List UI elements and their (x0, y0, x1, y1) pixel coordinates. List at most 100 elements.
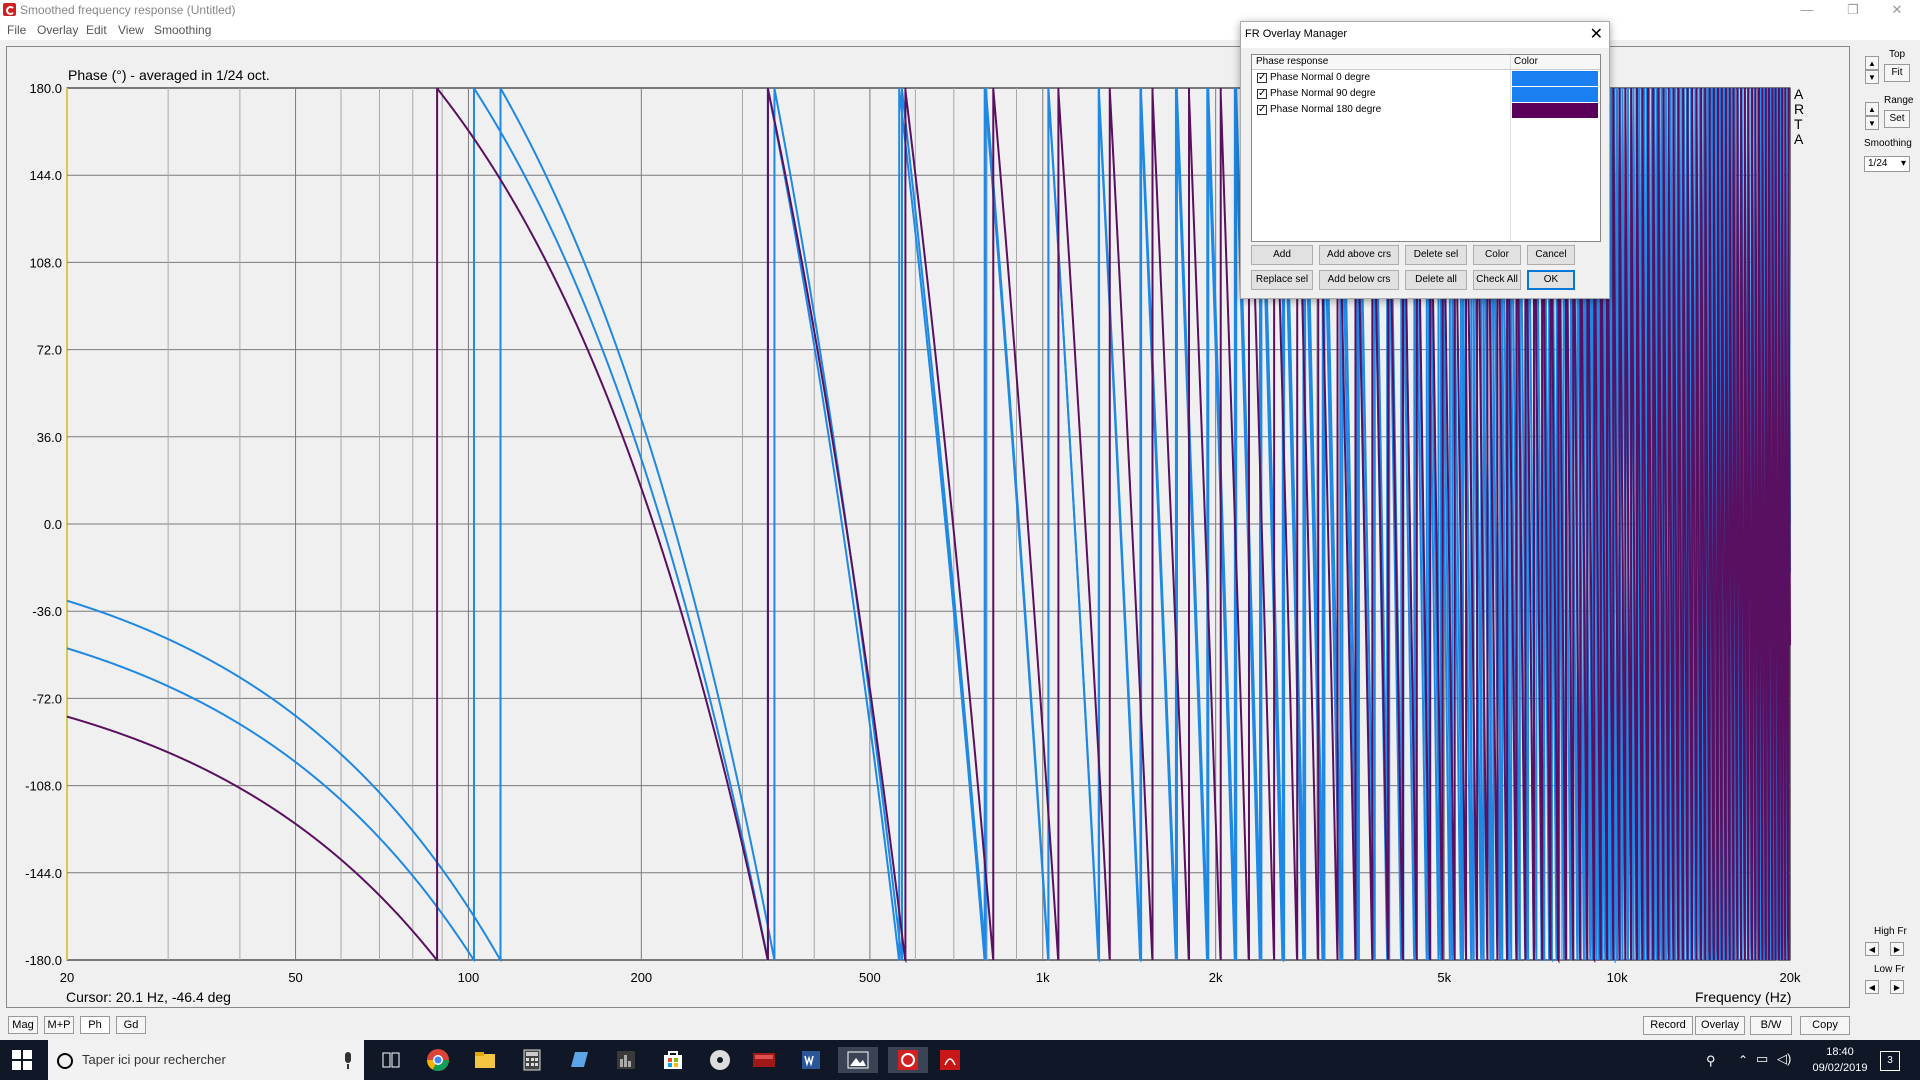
people-icon[interactable]: ⚲ (1706, 1053, 1716, 1069)
ok-button[interactable]: OK (1527, 270, 1575, 290)
clock-time: 18:40 (1826, 1046, 1854, 1058)
tab-mag[interactable]: Mag (8, 1016, 38, 1034)
y-tick-label: -36.0 (32, 604, 62, 619)
tab-ph[interactable]: Ph (80, 1016, 110, 1034)
bw-button[interactable]: B/W (1750, 1016, 1792, 1035)
notes-app-icon[interactable] (566, 1047, 592, 1073)
overlay-name: Phase Normal 0 degre (1270, 72, 1371, 83)
add-above-button[interactable]: Add above crs (1319, 245, 1399, 265)
smoothing-value: 1/24 (1868, 158, 1888, 169)
color-swatch[interactable] (1512, 71, 1598, 86)
task-view-icon[interactable] (378, 1047, 404, 1073)
tab-mp[interactable]: M+P (44, 1016, 74, 1034)
color-swatch[interactable] (1512, 103, 1598, 118)
color-swatch[interactable] (1512, 87, 1598, 102)
high-fr-left-button[interactable]: ◀ (1865, 942, 1879, 956)
overlay-list[interactable]: Phase response Color ✓ Phase Normal 0 de… (1251, 54, 1601, 242)
phase-plot[interactable]: 180.0 144.0 108.0 72.0 36.0 0.0 -36.0 -72.0 -108… (0, 0, 1920, 1040)
checkbox[interactable]: ✓ (1257, 105, 1267, 115)
store-icon[interactable] (660, 1047, 686, 1073)
overlay-manager-dialog: FR Overlay Manager ✕ Phase response Colo… (1240, 21, 1610, 299)
taskbar-search[interactable]: Taper ici pour rechercher (48, 1040, 364, 1080)
high-fr-right-button[interactable]: ▶ (1890, 942, 1904, 956)
notification-icon[interactable]: 3 (1880, 1051, 1900, 1071)
steps-app-icon[interactable] (751, 1047, 777, 1073)
x-tick-label: 100 (458, 970, 480, 985)
range-up-button[interactable]: ▲ (1865, 102, 1879, 116)
copy-button[interactable]: Copy (1800, 1016, 1850, 1035)
y-axis-ticks: 180.0 144.0 108.0 72.0 36.0 0.0 -36.0 -72.0 -108… (25, 81, 62, 968)
checkbox[interactable]: ✓ (1257, 89, 1267, 99)
delete-all-button[interactable]: Delete all (1405, 270, 1467, 290)
smoothing-select[interactable]: 1/24 ▾ (1864, 156, 1910, 172)
volume-icon[interactable]: ◁) (1777, 1051, 1791, 1067)
list-item[interactable]: ✓ Phase Normal 0 degre (1252, 71, 1600, 86)
chevron-up-icon[interactable]: ⌃ (1738, 1053, 1748, 1067)
delete-sel-button[interactable]: Delete sel (1405, 245, 1467, 265)
chevron-down-icon: ▾ (1900, 158, 1906, 169)
chart-app-icon[interactable] (613, 1047, 639, 1073)
network-icon[interactable]: ▭ (1756, 1051, 1768, 1067)
tab-gd[interactable]: Gd (116, 1016, 146, 1034)
list-item[interactable]: ✓ Phase Normal 90 degre (1252, 87, 1600, 102)
x-tick-label: 500 (859, 970, 881, 985)
windows-start-icon[interactable] (12, 1050, 32, 1070)
x-axis-ticks: 20 50 100 200 500 1k 2k 5k 10k 20k (60, 970, 1801, 985)
disc-icon[interactable] (707, 1047, 733, 1073)
chrome-icon[interactable] (425, 1047, 451, 1073)
overlay-button[interactable]: Overlay (1695, 1016, 1745, 1035)
range-down-button[interactable]: ▼ (1865, 116, 1879, 130)
search-placeholder: Taper ici pour rechercher (82, 1052, 226, 1067)
overlay-name: Phase Normal 90 degre (1270, 88, 1376, 99)
arta-letter: A (1794, 131, 1804, 147)
replace-sel-button[interactable]: Replace sel (1251, 270, 1313, 290)
range-label: Range (1884, 95, 1914, 106)
microphone-icon (345, 1052, 351, 1069)
y-tick-label: 108.0 (29, 255, 62, 270)
low-fr-left-button[interactable]: ◀ (1865, 980, 1879, 994)
x-axis-label: Frequency (Hz) (1695, 989, 1791, 1005)
notification-count: 3 (1887, 1055, 1893, 1066)
top-up-button[interactable]: ▲ (1865, 56, 1879, 70)
y-tick-label: -108.0 (25, 779, 62, 794)
check-all-button[interactable]: Check All (1473, 270, 1521, 290)
dialog-close-icon[interactable]: ✕ (1590, 24, 1603, 44)
checkbox[interactable]: ✓ (1257, 73, 1267, 83)
arta-taskbar-icon[interactable] (888, 1047, 928, 1073)
column-header-name: Phase response (1256, 56, 1329, 67)
plot-title: Phase (°) - averaged in 1/24 oct. (68, 67, 270, 83)
clock-date: 09/02/2019 (1812, 1062, 1868, 1074)
dialog-title-bar: FR Overlay Manager ✕ (1241, 22, 1609, 48)
x-tick-label: 20k (1780, 970, 1801, 985)
y-tick-label: 72.0 (37, 343, 62, 358)
y-tick-label: 180.0 (29, 81, 62, 96)
add-button[interactable]: Add (1251, 245, 1313, 265)
arta-logo: A R T A (1794, 86, 1804, 147)
top-down-button[interactable]: ▼ (1865, 70, 1879, 84)
list-header: Phase response Color (1252, 55, 1600, 70)
record-button[interactable]: Record (1643, 1016, 1693, 1035)
dialog-title: FR Overlay Manager (1245, 28, 1348, 40)
file-explorer-icon[interactable] (472, 1047, 498, 1073)
x-tick-label: 200 (630, 970, 652, 985)
color-button[interactable]: Color (1473, 245, 1521, 265)
calculator-icon[interactable] (519, 1047, 545, 1073)
arta-letter: R (1794, 101, 1804, 117)
add-below-button[interactable]: Add below crs (1319, 270, 1399, 290)
cancel-button[interactable]: Cancel (1527, 245, 1575, 265)
photos-icon[interactable] (838, 1047, 878, 1073)
column-header-color: Color (1514, 56, 1538, 67)
y-tick-label: -72.0 (32, 691, 62, 706)
top-label: Top (1889, 49, 1906, 60)
x-tick-label: 1k (1036, 970, 1050, 985)
taskbar-clock[interactable]: 18:40 09/02/2019 (1808, 1044, 1872, 1076)
list-item[interactable]: ✓ Phase Normal 180 degre (1252, 103, 1600, 118)
set-button[interactable]: Set (1884, 110, 1910, 128)
y-tick-label: 144.0 (29, 168, 62, 183)
fit-button[interactable]: Fit (1884, 64, 1910, 82)
y-tick-label: 0.0 (44, 517, 62, 532)
acrobat-icon[interactable] (937, 1047, 963, 1073)
word-icon[interactable] (798, 1047, 824, 1073)
overlay-name: Phase Normal 180 degre (1270, 104, 1382, 115)
low-fr-right-button[interactable]: ▶ (1890, 980, 1904, 994)
